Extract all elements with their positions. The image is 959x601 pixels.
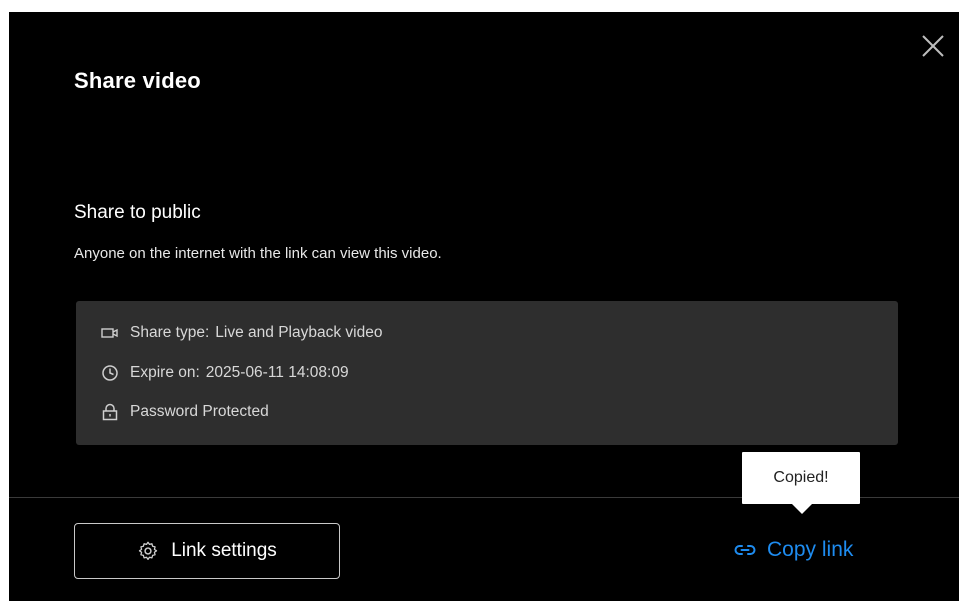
close-button[interactable] [919, 32, 947, 60]
copied-tooltip: Copied! [742, 452, 860, 504]
dialog-title: Share video [74, 68, 201, 93]
copy-link-label: Copy link [767, 538, 854, 561]
share-type-row: Share type: Live and Playback video [100, 320, 382, 346]
expire-label: Expire on: [130, 364, 200, 381]
close-icon [922, 35, 944, 57]
expire-row: Expire on: 2025-06-11 14:08:09 [100, 360, 349, 386]
share-type-value: Live and Playback video [215, 324, 383, 341]
tooltip-text: Copied! [773, 469, 829, 486]
gear-icon [137, 540, 159, 562]
link-settings-button[interactable]: Link settings [74, 523, 340, 579]
link-icon [733, 540, 757, 560]
link-settings-label: Link settings [171, 540, 277, 561]
lock-icon [100, 402, 120, 422]
password-row: Password Protected [100, 399, 269, 425]
share-section-description: Anyone on the internet with the link can… [74, 245, 442, 262]
share-section-title: Share to public [74, 202, 201, 223]
expire-value: 2025-06-11 14:08:09 [205, 364, 349, 381]
tooltip-arrow [792, 504, 812, 514]
video-camera-icon [100, 323, 120, 343]
password-protected-text: Password Protected [130, 403, 269, 420]
share-info-box: Share type: Live and Playback video Expi… [76, 301, 898, 445]
share-video-dialog: Share video Share to public Anyone on th… [9, 12, 959, 601]
clock-icon [100, 363, 120, 383]
copy-link-button[interactable]: Copy link [733, 538, 853, 562]
share-type-label: Share type: [130, 324, 210, 341]
